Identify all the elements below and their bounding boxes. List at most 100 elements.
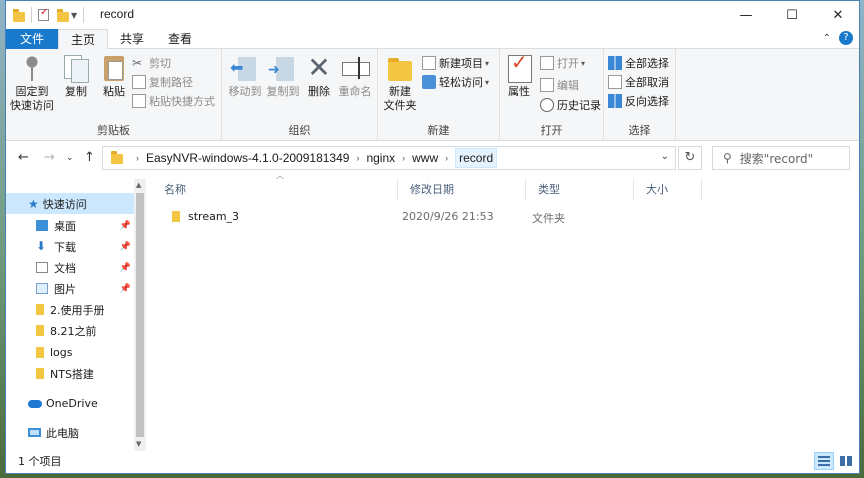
tab-share[interactable]: 共享	[108, 29, 156, 49]
chevron-right-icon[interactable]: ›	[356, 153, 359, 163]
close-button[interactable]: ✕	[815, 1, 859, 29]
address-bar[interactable]: › EasyNVR-windows-4.1.0-2009181349 › ngi…	[102, 146, 676, 170]
open-label: 打开	[557, 57, 579, 70]
new-folder-icon[interactable]	[57, 8, 69, 22]
new-item-button[interactable]: 新建项目 ▾	[422, 54, 489, 72]
new-folder-button[interactable]: 新建 文件夹	[382, 53, 418, 113]
folder-icon	[36, 325, 44, 336]
search-input[interactable]: 搜索"record"	[740, 150, 813, 167]
properties-icon[interactable]	[38, 7, 49, 21]
nav-item-downloads[interactable]: ⬇ 下载 📌	[6, 236, 134, 257]
breadcrumb[interactable]: www	[412, 151, 438, 165]
nav-item-folder[interactable]: 8.21之前	[6, 320, 134, 341]
download-icon: ⬇	[36, 239, 47, 253]
select-all-button[interactable]: 全部选择	[608, 54, 669, 72]
column-header-name[interactable]: 名称	[152, 179, 398, 201]
paste-shortcut-button[interactable]: 粘贴快捷方式	[132, 92, 215, 110]
select-none-button[interactable]: 全部取消	[608, 73, 669, 91]
edit-button[interactable]: 编辑	[540, 76, 579, 94]
maximize-button[interactable]: ☐	[769, 1, 815, 29]
ribbon: 固定到 快速访问 复制 粘贴 剪切 复制路径 粘贴快捷方式	[6, 49, 859, 141]
pin-icon[interactable]: 📌	[120, 263, 131, 273]
nav-item-folder[interactable]: logs	[6, 342, 134, 363]
chevron-right-icon[interactable]: ›	[136, 153, 139, 163]
nav-label: 此电脑	[46, 426, 79, 440]
breadcrumb[interactable]: nginx	[366, 151, 395, 165]
back-icon[interactable]: ←	[18, 150, 29, 165]
pin-icon	[17, 53, 47, 83]
details-view-button[interactable]	[814, 452, 834, 470]
pin-icon[interactable]: 📌	[120, 284, 131, 294]
minimize-button[interactable]: —	[723, 1, 769, 29]
cut-button[interactable]: 剪切	[132, 54, 171, 72]
collapse-ribbon-icon[interactable]: ⌃	[823, 33, 831, 44]
ribbon-help-area: ⌃ ?	[823, 31, 853, 45]
help-icon[interactable]: ?	[839, 31, 853, 45]
nav-item-desktop[interactable]: 桌面 📌	[6, 215, 134, 236]
new-folder-label-line2: 文件夹	[383, 99, 417, 112]
tab-view[interactable]: 查看	[156, 29, 204, 49]
scroll-up-icon[interactable]: ▲	[136, 181, 141, 189]
tab-file[interactable]: 文件	[6, 29, 58, 49]
nav-quick-access[interactable]: ★ 快速访问	[6, 193, 134, 214]
details-view-icon	[818, 456, 830, 466]
nav-onedrive[interactable]: OneDrive	[6, 393, 134, 414]
column-header-modified[interactable]: 修改日期	[398, 179, 526, 201]
copy-label: 复制	[65, 85, 87, 98]
search-box[interactable]: ⚲ 搜索"record"	[712, 146, 850, 170]
folder-icon	[36, 368, 44, 379]
folder-icon	[36, 304, 44, 315]
pin-icon[interactable]: 📌	[120, 221, 131, 231]
column-header-size[interactable]: 大小	[634, 179, 702, 201]
delete-button[interactable]: ✕ 删除	[304, 53, 334, 99]
edit-label: 编辑	[557, 79, 579, 92]
customize-toolbar-icon[interactable]: ▼	[71, 11, 77, 20]
nav-item-folder[interactable]: NTS搭建	[6, 363, 134, 384]
nav-label: 桌面	[54, 219, 76, 233]
copy-to-icon	[268, 53, 298, 83]
history-button[interactable]: 历史记录	[540, 96, 601, 114]
nav-item-pictures[interactable]: 图片 📌	[6, 278, 134, 299]
copy-button[interactable]: 复制	[58, 53, 94, 99]
chevron-right-icon[interactable]: ›	[445, 153, 448, 163]
nav-this-pc[interactable]: 此电脑	[6, 422, 134, 443]
title-bar: ▼ record — ☐ ✕	[6, 1, 859, 29]
rename-button[interactable]: 重命名	[336, 53, 374, 99]
pin-quick-access-button[interactable]: 固定到 快速访问	[10, 53, 54, 113]
group-label: 剪贴板	[97, 124, 130, 137]
computer-icon	[28, 428, 41, 437]
invert-selection-button[interactable]: 反向选择	[608, 92, 669, 110]
forward-icon[interactable]: →	[44, 150, 55, 165]
breadcrumb[interactable]: EasyNVR-windows-4.1.0-2009181349	[146, 151, 349, 165]
copy-to-button[interactable]: 复制到	[264, 53, 302, 99]
scroll-down-icon[interactable]: ▼	[136, 440, 141, 448]
file-type: 文件夹	[532, 212, 565, 225]
paste-button[interactable]: 粘贴	[96, 53, 132, 99]
nav-scrollbar[interactable]: ▲ ▼	[134, 179, 146, 451]
large-icons-view-button[interactable]	[836, 452, 856, 470]
invert-selection-icon	[608, 94, 622, 108]
recent-locations-icon[interactable]: ⌄	[66, 153, 74, 163]
chevron-right-icon[interactable]: ›	[402, 153, 405, 163]
up-icon[interactable]: ↑	[84, 150, 95, 165]
column-header-type[interactable]: 类型	[526, 179, 634, 201]
table-row[interactable]: stream_3 2020/9/26 21:53 文件夹	[152, 206, 842, 227]
chevron-down-icon[interactable]: ⌄	[661, 151, 669, 162]
easy-access-button[interactable]: 轻松访问 ▾	[422, 73, 489, 91]
breadcrumb-current[interactable]: record	[455, 148, 498, 168]
onedrive-cloud-icon	[28, 399, 42, 408]
copy-path-button[interactable]: 复制路径	[132, 73, 193, 91]
paste-shortcut-label: 粘贴快捷方式	[149, 95, 215, 108]
refresh-button[interactable]: ↻	[678, 146, 702, 170]
open-button[interactable]: 打开 ▾	[540, 54, 585, 72]
picture-icon	[36, 283, 48, 294]
tab-home[interactable]: 主页	[58, 29, 109, 49]
properties-button[interactable]: 属性	[504, 53, 534, 99]
document-icon	[36, 262, 48, 273]
history-label: 历史记录	[557, 99, 601, 112]
move-to-button[interactable]: 移动到	[226, 53, 264, 99]
nav-item-documents[interactable]: 文档 📌	[6, 257, 134, 278]
pin-icon[interactable]: 📌	[120, 242, 131, 252]
nav-item-folder[interactable]: 2.使用手册	[6, 299, 134, 320]
scrollbar-thumb[interactable]	[136, 193, 144, 437]
